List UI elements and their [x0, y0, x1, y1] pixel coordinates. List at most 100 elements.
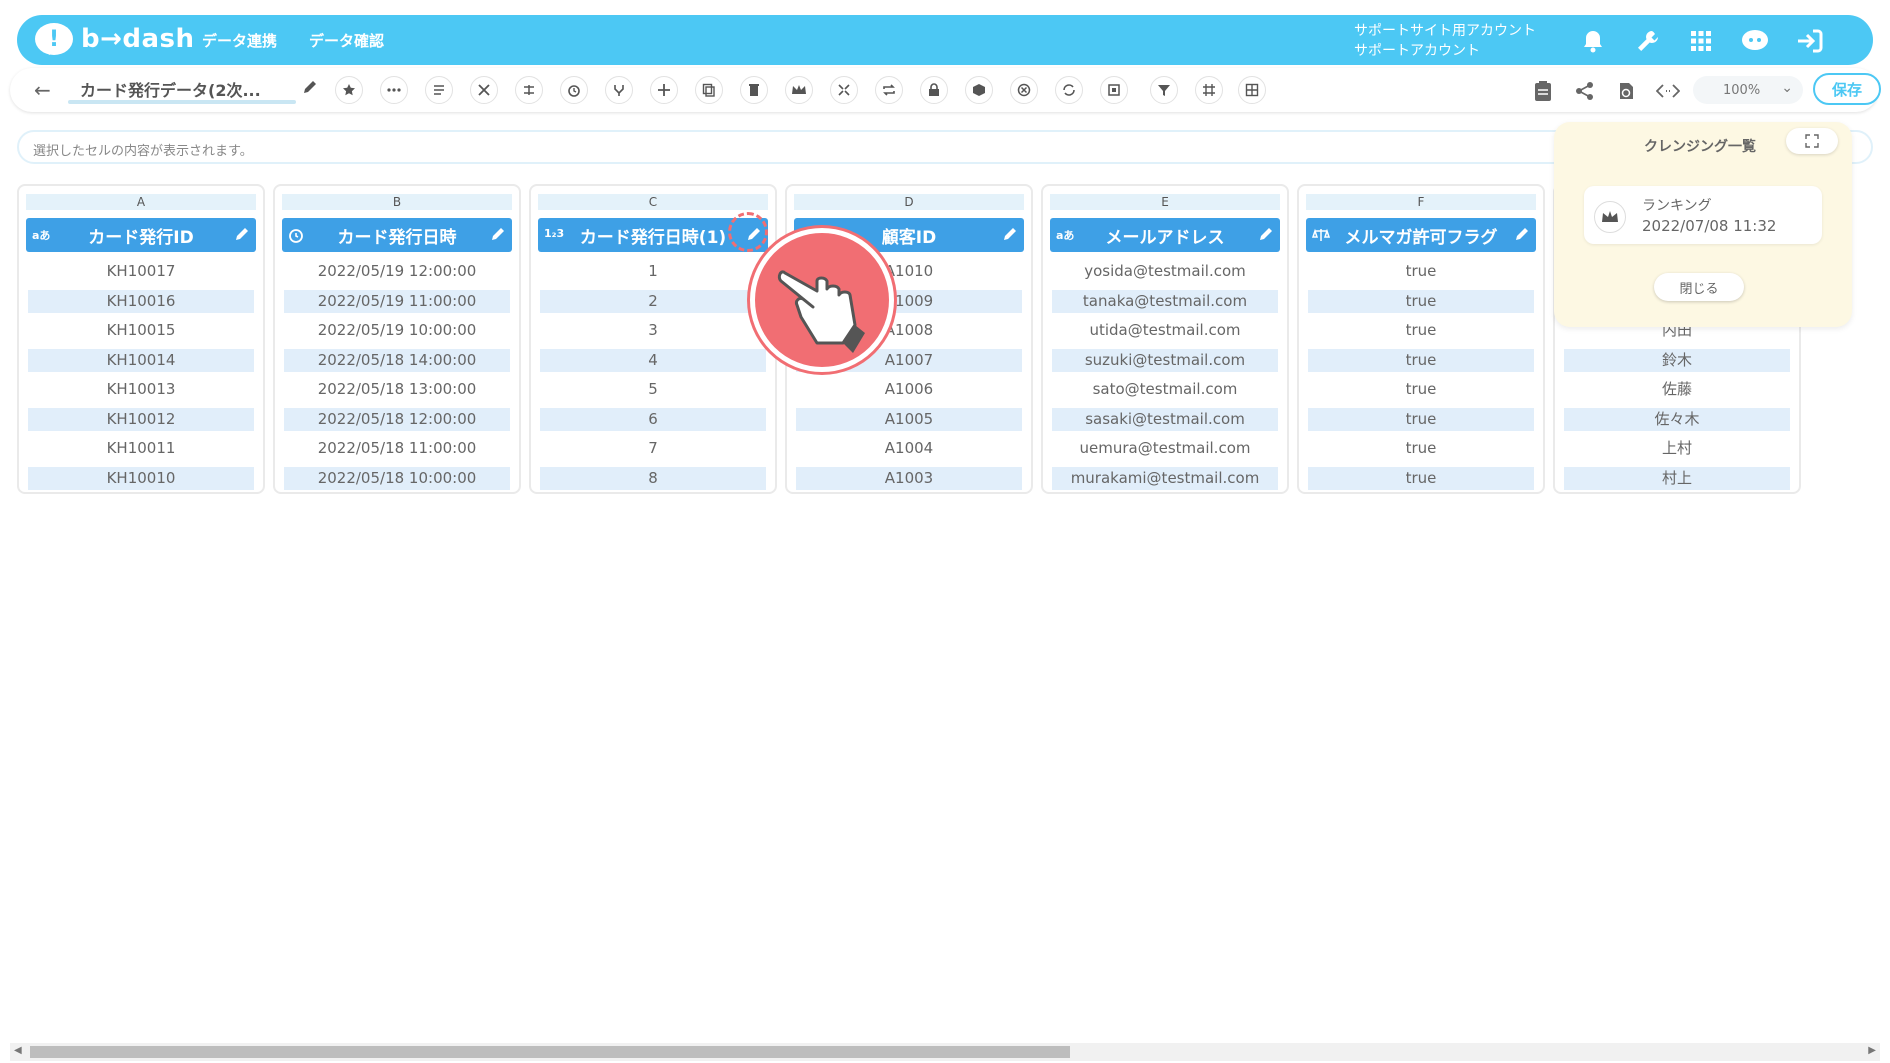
table-cell[interactable]: 2: [540, 289, 766, 313]
add-plus-icon[interactable]: [650, 76, 678, 104]
crown-icon[interactable]: [785, 76, 813, 104]
filter-icon[interactable]: [1150, 76, 1178, 104]
nav-data-check[interactable]: データ確認: [309, 30, 384, 51]
edit-pencil-icon[interactable]: [234, 226, 250, 246]
edit-pencil-icon[interactable]: [1258, 226, 1274, 246]
table-cell[interactable]: 7: [540, 437, 766, 461]
table-cell[interactable]: 2022/05/19 10:00:00: [284, 319, 510, 343]
timer-icon[interactable]: [560, 76, 588, 104]
hash-grid-icon[interactable]: [1195, 76, 1223, 104]
column-header[interactable]: カード発行日時: [282, 218, 512, 252]
table-cell[interactable]: 佐々木: [1564, 407, 1790, 431]
table-cell[interactable]: 2022/05/18 10:00:00: [284, 466, 510, 490]
table-cell[interactable]: A1006: [796, 378, 1022, 402]
edit-pencil-icon[interactable]: [1002, 226, 1018, 246]
column-letter[interactable]: E: [1050, 194, 1280, 210]
split-merge-icon[interactable]: [515, 76, 543, 104]
frame-icon[interactable]: [1100, 76, 1128, 104]
table-cell[interactable]: 村上: [1564, 466, 1790, 490]
table-cell[interactable]: A1003: [796, 466, 1022, 490]
table-cell[interactable]: uemura@testmail.com: [1052, 437, 1278, 461]
table-cell[interactable]: KH10013: [28, 378, 254, 402]
table-cell[interactable]: 2022/05/18 13:00:00: [284, 378, 510, 402]
table-cell[interactable]: 佐藤: [1564, 378, 1790, 402]
package-icon[interactable]: [965, 76, 993, 104]
table-cell[interactable]: 3: [540, 319, 766, 343]
cut-tools-icon[interactable]: [470, 76, 498, 104]
table-cell[interactable]: true: [1308, 289, 1534, 313]
table-cell[interactable]: KH10017: [28, 260, 254, 284]
table-cell[interactable]: suzuki@testmail.com: [1052, 348, 1278, 372]
column-letter[interactable]: D: [794, 194, 1024, 210]
table-cell[interactable]: 2022/05/19 11:00:00: [284, 289, 510, 313]
scrollbar-thumb[interactable]: [30, 1046, 1070, 1058]
expand-icon[interactable]: [1786, 128, 1838, 154]
table-cell[interactable]: 2022/05/18 11:00:00: [284, 437, 510, 461]
apps-grid-icon[interactable]: [1685, 25, 1717, 57]
collapse-icon[interactable]: [830, 76, 858, 104]
table-cell[interactable]: true: [1308, 260, 1534, 284]
table-cell[interactable]: 4: [540, 348, 766, 372]
table-cell[interactable]: KH10014: [28, 348, 254, 372]
column-header[interactable]: aあ カード発行ID: [26, 218, 256, 252]
table-cell[interactable]: 5: [540, 378, 766, 402]
table-cell[interactable]: true: [1308, 466, 1534, 490]
text-lines-icon[interactable]: [425, 76, 453, 104]
table-cell[interactable]: tanaka@testmail.com: [1052, 289, 1278, 313]
table-cell[interactable]: 鈴木: [1564, 348, 1790, 372]
more-dots-icon[interactable]: [380, 76, 408, 104]
cleansing-item-card[interactable]: ランキング 2022/07/08 11:32: [1584, 186, 1822, 244]
table-cell[interactable]: 2022/05/19 12:00:00: [284, 260, 510, 284]
table-cell[interactable]: A1004: [796, 437, 1022, 461]
table-cell[interactable]: sato@testmail.com: [1052, 378, 1278, 402]
share-icon[interactable]: [1572, 78, 1598, 104]
edit-pencil-icon[interactable]: [1514, 226, 1530, 246]
trash-icon[interactable]: [740, 76, 768, 104]
table-cell[interactable]: murakami@testmail.com: [1052, 466, 1278, 490]
branch-icon[interactable]: [605, 76, 633, 104]
table-cell[interactable]: 6: [540, 407, 766, 431]
table-cell[interactable]: yosida@testmail.com: [1052, 260, 1278, 284]
clipboard-icon[interactable]: [1530, 78, 1556, 104]
table-cell[interactable]: KH10016: [28, 289, 254, 313]
logout-icon[interactable]: [1794, 25, 1826, 57]
edit-pencil-icon[interactable]: [490, 226, 506, 246]
table-cell[interactable]: true: [1308, 437, 1534, 461]
code-icon[interactable]: [1655, 78, 1681, 104]
table-cell[interactable]: sasaki@testmail.com: [1052, 407, 1278, 431]
table-cell[interactable]: KH10011: [28, 437, 254, 461]
support-chat-icon[interactable]: [1739, 25, 1771, 57]
lock-icon[interactable]: [920, 76, 948, 104]
cancel-circle-icon[interactable]: [1010, 76, 1038, 104]
rename-pencil-icon[interactable]: [302, 79, 318, 99]
close-button[interactable]: 閉じる: [1654, 273, 1744, 301]
table-cell[interactable]: 2022/05/18 14:00:00: [284, 348, 510, 372]
favorite-star-icon[interactable]: [335, 76, 363, 104]
table-cell[interactable]: 2022/05/18 12:00:00: [284, 407, 510, 431]
bell-icon[interactable]: [1577, 25, 1609, 57]
repeat-icon[interactable]: [875, 76, 903, 104]
table-cell[interactable]: utida@testmail.com: [1052, 319, 1278, 343]
account-info[interactable]: サポートサイト用アカウント サポートアカウント: [1354, 21, 1536, 61]
table-cell[interactable]: 上村: [1564, 437, 1790, 461]
bdash-logo[interactable]: ! b→dash: [35, 23, 195, 55]
sheet-title[interactable]: カード発行データ(2次...: [80, 77, 261, 101]
table-cell[interactable]: KH10012: [28, 407, 254, 431]
column-header[interactable]: aあ メールアドレス: [1050, 218, 1280, 252]
table-cell[interactable]: 1: [540, 260, 766, 284]
column-letter[interactable]: B: [282, 194, 512, 210]
save-button[interactable]: 保存: [1813, 73, 1881, 105]
table-cell[interactable]: KH10010: [28, 466, 254, 490]
nav-data-integration[interactable]: データ連携: [202, 30, 277, 51]
table-cell[interactable]: true: [1308, 319, 1534, 343]
column-header[interactable]: メルマガ許可フラグ: [1306, 218, 1536, 252]
table-cell[interactable]: A1005: [796, 407, 1022, 431]
column-letter[interactable]: C: [538, 194, 768, 210]
table-grid-icon[interactable]: [1238, 76, 1266, 104]
table-cell[interactable]: true: [1308, 378, 1534, 402]
column-letter[interactable]: F: [1306, 194, 1536, 210]
horizontal-scrollbar[interactable]: ◀ ▶: [10, 1043, 1880, 1061]
column-letter[interactable]: A: [26, 194, 256, 210]
scroll-left-arrow-icon[interactable]: ◀: [14, 1045, 22, 1056]
scroll-right-arrow-icon[interactable]: ▶: [1868, 1045, 1876, 1056]
